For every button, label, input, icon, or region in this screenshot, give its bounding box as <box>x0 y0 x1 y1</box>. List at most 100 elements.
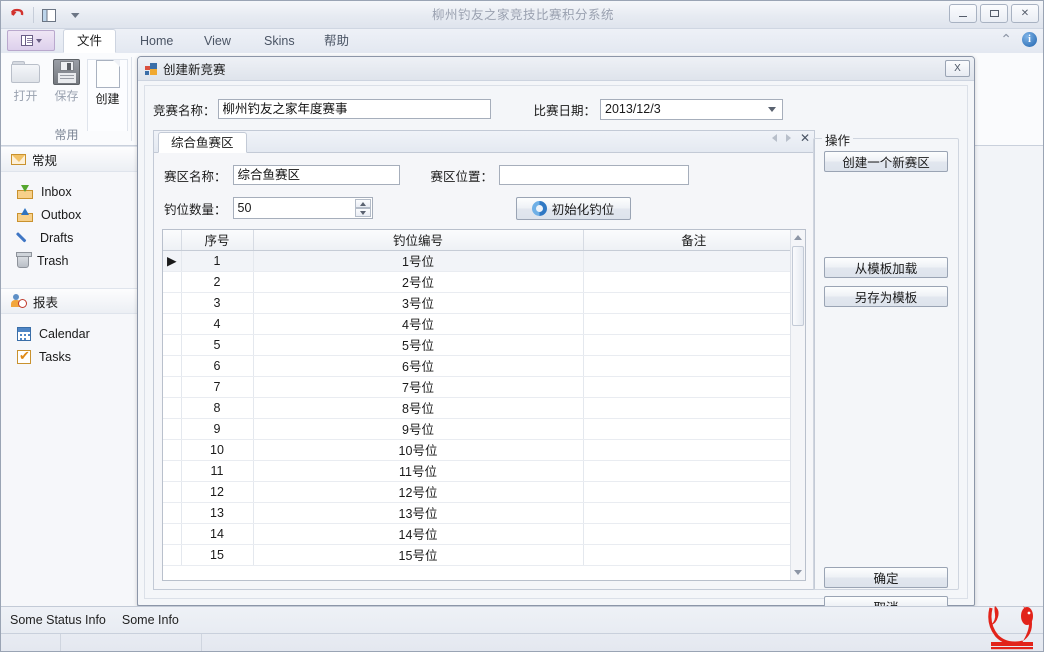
cell-note[interactable] <box>583 523 805 545</box>
cell-note[interactable] <box>583 355 805 377</box>
cell-note[interactable] <box>583 397 805 419</box>
seat-count-stepper[interactable]: 50 <box>232 197 373 219</box>
cell-code[interactable]: 13号位 <box>253 502 584 524</box>
cell-note[interactable] <box>583 292 805 314</box>
tab-view[interactable]: View <box>191 29 244 53</box>
row-selector-cell[interactable] <box>163 397 182 419</box>
row-selector-cell[interactable] <box>163 523 182 545</box>
cell-no[interactable]: 11 <box>181 460 254 482</box>
cell-no[interactable]: 13 <box>181 502 254 524</box>
cell-code[interactable]: 14号位 <box>253 523 584 545</box>
zone-location-input[interactable] <box>499 165 690 185</box>
row-selector-cell[interactable] <box>163 481 182 503</box>
row-selector-cell[interactable] <box>163 439 182 461</box>
table-row[interactable]: 7 7号位 <box>163 376 805 398</box>
cell-no[interactable]: 6 <box>181 355 254 377</box>
table-row[interactable]: 12 12号位 <box>163 481 805 503</box>
sidebar-item-drafts[interactable]: Drafts <box>1 226 137 249</box>
match-date-picker[interactable]: 2013/12/3 <box>600 98 784 120</box>
cell-no[interactable]: 12 <box>181 481 254 503</box>
cell-no[interactable]: 9 <box>181 418 254 440</box>
table-row[interactable]: 6 6号位 <box>163 355 805 377</box>
column-header-no[interactable]: 序号 <box>181 230 254 251</box>
column-header-note[interactable]: 备注 <box>583 230 805 251</box>
ribbon-button-create[interactable]: 创建 <box>87 59 128 131</box>
cell-code[interactable]: 3号位 <box>253 292 584 314</box>
cell-code[interactable]: 10号位 <box>253 439 584 461</box>
table-row[interactable]: 5 5号位 <box>163 334 805 356</box>
row-selector-cell[interactable] <box>163 334 182 356</box>
scrollbar-thumb[interactable] <box>792 246 804 326</box>
table-row[interactable]: 9 9号位 <box>163 418 805 440</box>
row-selector-cell[interactable] <box>163 292 182 314</box>
cell-note[interactable] <box>583 544 805 566</box>
table-row[interactable]: 13 13号位 <box>163 502 805 524</box>
cell-no[interactable]: 10 <box>181 439 254 461</box>
cell-note[interactable] <box>583 439 805 461</box>
cell-no[interactable]: 2 <box>181 271 254 293</box>
table-row[interactable]: 3 3号位 <box>163 292 805 314</box>
row-selector-cell[interactable] <box>163 502 182 524</box>
row-selector-cell[interactable] <box>163 544 182 566</box>
cell-note[interactable] <box>583 502 805 524</box>
row-selector-cell[interactable]: ▶ <box>163 250 182 272</box>
table-row[interactable]: 2 2号位 <box>163 271 805 293</box>
cell-code[interactable]: 6号位 <box>253 355 584 377</box>
cell-note[interactable] <box>583 481 805 503</box>
cell-code[interactable]: 8号位 <box>253 397 584 419</box>
scroll-up-button[interactable] <box>791 230 805 245</box>
application-menu-button[interactable] <box>7 30 55 51</box>
minimize-button[interactable] <box>949 4 977 23</box>
load-template-button[interactable]: 从模板加载 <box>824 257 948 278</box>
row-selector-cell[interactable] <box>163 355 182 377</box>
table-row[interactable]: 8 8号位 <box>163 397 805 419</box>
tab-zone-comprehensive[interactable]: 综合鱼赛区 <box>158 132 247 153</box>
tab-skins[interactable]: Skins <box>251 29 308 53</box>
ribbon-button-open[interactable]: 打开 <box>5 59 46 125</box>
tab-help[interactable]: 帮助 <box>311 29 362 53</box>
sidebar-item-trash[interactable]: Trash <box>1 249 137 272</box>
cell-code[interactable]: 15号位 <box>253 544 584 566</box>
cell-note[interactable] <box>583 334 805 356</box>
cell-code[interactable]: 7号位 <box>253 376 584 398</box>
chevron-up-icon[interactable]: ⌃ <box>1000 31 1012 48</box>
create-new-zone-button[interactable]: 创建一个新赛区 <box>824 151 948 172</box>
chevron-right-icon[interactable] <box>785 134 791 142</box>
cell-code[interactable]: 5号位 <box>253 334 584 356</box>
stepper-down-button[interactable] <box>354 208 371 217</box>
cell-no[interactable]: 4 <box>181 313 254 335</box>
cell-note[interactable] <box>583 376 805 398</box>
cell-code[interactable]: 9号位 <box>253 418 584 440</box>
scroll-down-button[interactable] <box>791 565 805 580</box>
nav-group-header-general[interactable]: 常规 <box>1 146 137 172</box>
sidebar-item-outbox[interactable]: Outbox <box>1 203 137 226</box>
cell-code[interactable]: 11号位 <box>253 460 584 482</box>
tab-file[interactable]: 文件 <box>63 29 117 53</box>
row-selector-cell[interactable] <box>163 271 182 293</box>
row-selector-cell[interactable] <box>163 376 182 398</box>
zone-name-input[interactable]: 综合鱼赛区 <box>232 165 400 185</box>
contest-name-input[interactable]: 柳州钓友之家年度赛事 <box>217 99 491 119</box>
cell-no[interactable]: 8 <box>181 397 254 419</box>
sidebar-item-tasks[interactable]: Tasks <box>1 345 137 368</box>
table-row[interactable]: ▶ 1 1号位 <box>163 250 805 272</box>
dialog-close-button[interactable]: X <box>945 60 970 77</box>
row-selector-cell[interactable] <box>163 313 182 335</box>
column-header-code[interactable]: 钓位编号 <box>253 230 584 251</box>
cell-no[interactable]: 5 <box>181 334 254 356</box>
save-template-button[interactable]: 另存为模板 <box>824 286 948 307</box>
close-icon[interactable]: ✕ <box>800 132 810 144</box>
cell-code[interactable]: 4号位 <box>253 313 584 335</box>
cell-note[interactable] <box>583 460 805 482</box>
close-button[interactable]: ✕ <box>1011 4 1039 23</box>
ok-button[interactable]: 确定 <box>824 567 948 588</box>
cell-no[interactable]: 15 <box>181 544 254 566</box>
cell-note[interactable] <box>583 313 805 335</box>
cell-note[interactable] <box>583 418 805 440</box>
cell-no[interactable]: 1 <box>181 250 254 272</box>
chevron-left-icon[interactable] <box>771 134 777 142</box>
cell-no[interactable]: 14 <box>181 523 254 545</box>
table-row[interactable]: 10 10号位 <box>163 439 805 461</box>
stepper-up-button[interactable] <box>354 199 371 208</box>
init-seats-button[interactable]: 初始化钓位 <box>515 196 631 220</box>
